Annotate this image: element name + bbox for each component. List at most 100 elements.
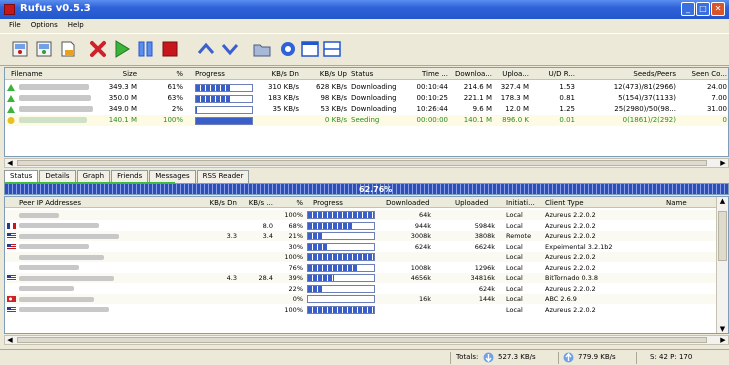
col-peer-ip[interactable]: Peer IP Addresses <box>19 199 139 207</box>
peer-ip-blurred <box>19 253 104 261</box>
status-separator <box>636 352 637 364</box>
peer-pct: 100% <box>284 253 303 261</box>
menu-file[interactable]: File <box>4 19 26 33</box>
torrent-up-rate: 628 KB/s <box>316 83 347 91</box>
torrent-filename-blurred <box>19 94 91 102</box>
col-peer-up[interactable]: KB/s ... <box>243 199 273 207</box>
peer-client: Azureus 2.2.0.2 <box>545 263 596 272</box>
col-peer-uploaded[interactable]: Uploaded <box>455 199 505 207</box>
menu-options[interactable]: Options <box>26 19 63 33</box>
peer-uploaded: 624k <box>478 284 495 293</box>
scroll-thumb[interactable] <box>17 337 707 343</box>
col-peer-dn[interactable]: KB/s Dn <box>203 199 237 207</box>
new-torrent-icon[interactable] <box>10 39 30 59</box>
move-down-icon[interactable] <box>220 39 240 59</box>
torrent-size: 140.1 M <box>108 116 137 124</box>
peer-row[interactable]: 22% 624k Local Azureus 2.2.0.2 <box>5 284 717 294</box>
torrent-row[interactable]: 140.1 M 100% 0 KB/s Seeding 00:00:00 140… <box>5 115 728 126</box>
peer-uploaded: 5984k <box>474 221 495 230</box>
peer-row[interactable]: 76% 1008k 1296k Local Azureus 2.2.0.2 <box>5 263 717 273</box>
stop-icon[interactable] <box>160 39 180 59</box>
peer-list-hscrollbar[interactable]: ◀ ▶ <box>4 335 729 345</box>
col-peer-downloaded[interactable]: Downloaded <box>386 199 446 207</box>
peer-client: Azureus 2.2.0.2 <box>545 211 596 219</box>
peer-row[interactable]: 30% 624k 6624k Local Expeimental 3.2.1b2 <box>5 242 717 252</box>
peer-row[interactable]: 100% Local Azureus 2.2.0.2 <box>5 252 717 262</box>
col-seen[interactable]: Seen Co... <box>681 70 727 78</box>
torrent-seen: 31.00 <box>706 105 727 113</box>
col-status[interactable]: Status <box>351 70 406 78</box>
layout-two-icon[interactable] <box>322 39 342 59</box>
peer-pct: 76% <box>288 263 303 272</box>
scroll-thumb[interactable] <box>17 160 707 166</box>
rufus-app-icon <box>4 4 15 15</box>
move-up-icon[interactable] <box>196 39 216 59</box>
peer-progress-bar <box>307 253 375 261</box>
peer-pct: 68% <box>288 221 303 230</box>
open-folder-icon[interactable] <box>252 39 272 59</box>
open-url-icon[interactable] <box>58 39 78 59</box>
peer-progress-bar <box>307 284 375 293</box>
scroll-left-icon[interactable]: ◀ <box>5 336 15 344</box>
torrent-up-rate: 53 KB/s <box>320 105 347 113</box>
peer-row[interactable]: 100% 64k Local Azureus 2.2.0.2 <box>5 210 717 220</box>
col-uploaded[interactable]: Uploa... <box>495 70 529 78</box>
torrent-status: Downloading <box>351 83 397 91</box>
peer-list-vscrollbar[interactable]: ▲ ▼ <box>716 197 728 333</box>
col-peer-pct[interactable]: % <box>283 199 303 207</box>
torrent-list-hscrollbar[interactable]: ◀ ▶ <box>4 158 729 168</box>
col-peer-client[interactable]: Client Type <box>545 199 605 207</box>
peer-row[interactable]: 100% Local Azureus 2.2.0.2 <box>5 305 717 315</box>
torrent-pct: 100% <box>162 116 183 124</box>
settings-icon[interactable] <box>278 39 298 59</box>
col-ratio[interactable]: U/D R... <box>535 70 575 78</box>
torrent-up-rate: 0 KB/s <box>324 116 347 124</box>
scroll-right-icon[interactable]: ▶ <box>718 159 728 167</box>
torrent-row[interactable]: 350.0 M 63% 183 KB/s 98 KB/s Downloading… <box>5 93 728 104</box>
torrent-size: 349.3 M <box>108 83 137 91</box>
torrent-ratio: 1.53 <box>559 83 575 91</box>
maximize-button[interactable]: □ <box>696 2 710 16</box>
peer-pct: 100% <box>284 305 303 314</box>
col-time[interactable]: Time ... <box>408 70 448 78</box>
remove-icon[interactable] <box>88 39 108 59</box>
torrent-row[interactable]: 349.3 M 61% 310 KB/s 628 KB/s Downloadin… <box>5 82 728 93</box>
scroll-thumb[interactable] <box>718 211 727 261</box>
peer-row[interactable]: 3.3 3.4 21% 3008k 3808k Remote Azureus 2.2.0.2 <box>5 231 717 241</box>
tr-flag-icon <box>7 296 16 302</box>
layout-one-icon[interactable] <box>300 39 320 59</box>
torrent-status: Seeding <box>351 116 380 124</box>
peer-dn-rate: 3.3 <box>226 232 237 240</box>
peer-row[interactable]: 8.0 68% 944k 5984k Local Azureus 2.2.0.2 <box>5 221 717 231</box>
scroll-left-icon[interactable]: ◀ <box>5 159 15 167</box>
col-peer-initiated[interactable]: Initiati... <box>506 199 544 207</box>
peer-row[interactable]: 4.3 28.4 39% 4656k 34816k Local BitTornado 0.3… <box>5 273 717 283</box>
torrent-up-rate: 98 KB/s <box>320 94 347 102</box>
pause-icon[interactable] <box>136 39 156 59</box>
col-filename[interactable]: Filename <box>11 70 81 78</box>
menu-help[interactable]: Help <box>63 19 89 33</box>
torrent-row[interactable]: 349.0 M 2% 35 KB/s 53 KB/s Downloading 1… <box>5 104 728 115</box>
scroll-right-icon[interactable]: ▶ <box>718 336 728 344</box>
start-icon[interactable] <box>112 39 132 59</box>
col-kbs-up[interactable]: KB/s Up <box>305 70 347 78</box>
torrent-downloaded: 214.6 M <box>463 83 492 91</box>
col-pct[interactable]: % <box>153 70 183 78</box>
peer-row[interactable]: 0% 16k 144k Local ABC 2.6.9 <box>5 294 717 304</box>
scroll-up-icon[interactable]: ▲ <box>717 197 728 205</box>
col-peer-name[interactable]: Name <box>666 199 706 207</box>
peer-initiated: Remote <box>506 232 532 240</box>
us-flag-icon <box>7 275 16 281</box>
close-button[interactable]: ✕ <box>711 2 725 16</box>
col-seeds-peers[interactable]: Seeds/Peers <box>582 70 676 78</box>
col-peer-progress[interactable]: Progress <box>313 199 363 207</box>
open-torrent-icon[interactable] <box>34 39 54 59</box>
scroll-down-icon[interactable]: ▼ <box>717 325 728 333</box>
col-size[interactable]: Size <box>105 70 137 78</box>
minimize-button[interactable]: _ <box>681 2 695 16</box>
col-downloaded[interactable]: Downloa... <box>450 70 492 78</box>
col-progress[interactable]: Progress <box>195 70 255 78</box>
col-kbs-dn[interactable]: KB/s Dn <box>257 70 299 78</box>
tab-rss-reader[interactable]: RSS Reader <box>196 170 250 183</box>
peer-uploaded: 3808k <box>474 232 495 240</box>
